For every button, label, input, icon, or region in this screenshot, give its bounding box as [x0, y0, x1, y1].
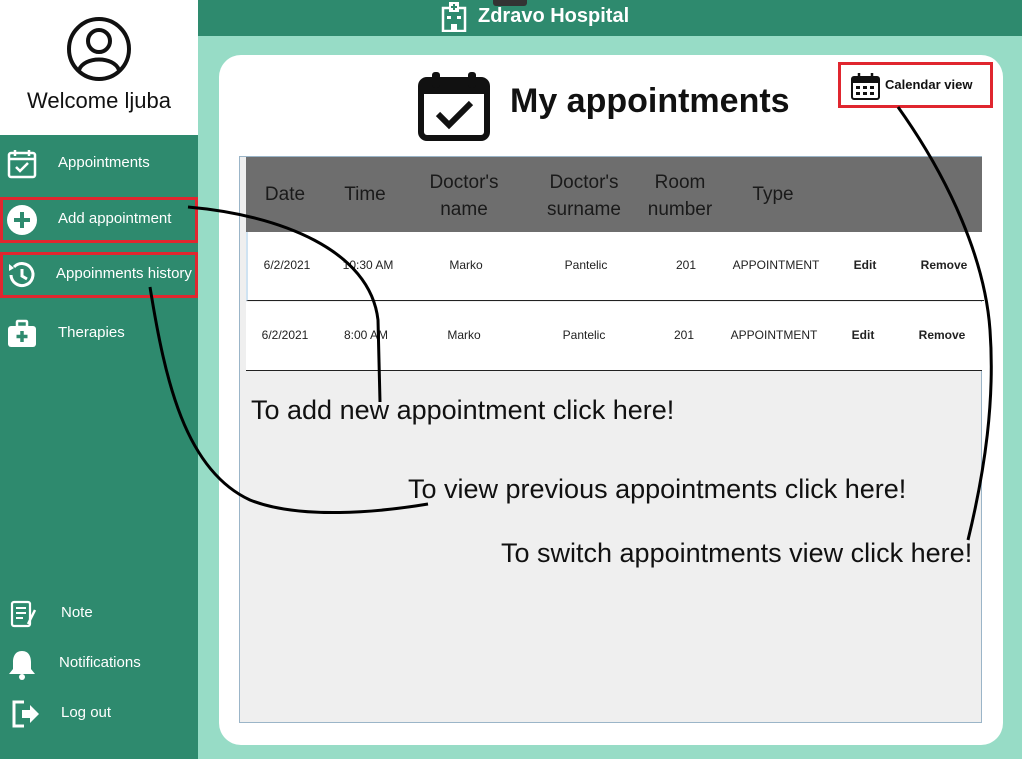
cell-doctor-name: Marko [447, 328, 481, 342]
cell-type: APPOINTMENT [730, 328, 818, 342]
page-title: My appointments [510, 82, 790, 120]
sidebar-item-label: Therapies [58, 324, 125, 341]
column-header-doctor-name: Doctor's name [429, 172, 499, 220]
bell-icon [9, 651, 35, 680]
edit-button[interactable]: Edit [846, 258, 884, 272]
cell-date: 6/2/2021 [261, 328, 309, 342]
calendar-check-icon [418, 72, 490, 141]
cell-doctor-surname: Pantelic [562, 328, 606, 342]
column-header-room-number: Room number [647, 172, 713, 220]
column-header-time: Time [344, 184, 386, 205]
sidebar-item-label: Note [61, 604, 93, 621]
sidebar-item-label: Notifications [59, 654, 141, 671]
sidebar-item-notifications[interactable]: Notifications [0, 638, 198, 690]
sidebar-item-label: Add appointment [58, 210, 172, 227]
medical-kit-icon [8, 319, 36, 347]
welcome-text: Welcome ljuba [27, 88, 171, 113]
calendar-view-label: Calendar view [885, 77, 973, 92]
column-header-type: Type [752, 184, 794, 205]
sidebar-item-label: Appointments [58, 154, 150, 171]
calendar-icon [851, 73, 880, 100]
user-circle-icon [67, 17, 131, 81]
hint-add-appointment: To add new appointment click here! [251, 395, 675, 425]
sidebar-item-log-out[interactable]: Log out [0, 688, 198, 740]
cell-type: APPOINTMENT [732, 258, 820, 272]
hint-appointments-history: To view previous appointments click here… [408, 474, 907, 504]
cell-room: 201 [673, 328, 695, 342]
table-row[interactable]: 6/2/2021 10:30 AM Marko Pantelic 201 APP… [246, 232, 984, 301]
history-icon [9, 262, 35, 288]
sidebar-item-note[interactable]: Note [0, 588, 198, 640]
column-header-doctor-surname: Doctor's surname [547, 172, 621, 220]
app-title: Zdravo Hospital [478, 5, 630, 27]
column-header-date: Date [264, 184, 306, 205]
remove-button[interactable]: Remove [914, 328, 970, 342]
hospital-icon [441, 2, 467, 32]
calendar-check-icon [7, 150, 37, 179]
note-icon [10, 600, 37, 628]
table-header: Date Time Doctor's name Doctor's surname R… [246, 157, 982, 232]
sidebar-item-therapies[interactable]: Therapies [0, 308, 198, 360]
logout-icon [12, 700, 39, 728]
sidebar-item-label: Appoinments history [56, 265, 192, 282]
sidebar-item-add-appointment[interactable]: Add appointment [0, 197, 198, 243]
cell-doctor-name: Marko [449, 258, 483, 272]
cell-date: 6/2/2021 [263, 258, 311, 272]
sidebar-item-appointments[interactable]: Appointments [0, 138, 198, 190]
calendar-view-button[interactable]: Calendar view [838, 62, 993, 108]
plus-circle-icon [7, 205, 37, 235]
sidebar-item-label: Log out [61, 704, 112, 721]
cell-time: 10:30 AM [342, 258, 394, 272]
table-row[interactable]: 6/2/2021 8:00 AM Marko Pantelic 201 APPO… [246, 302, 982, 371]
edit-button[interactable]: Edit [844, 328, 882, 342]
remove-button[interactable]: Remove [916, 258, 972, 272]
profile-panel: Welcome ljuba [0, 0, 198, 135]
cell-room: 201 [675, 258, 697, 272]
cell-time: 8:00 AM [343, 328, 389, 342]
sidebar: Welcome ljuba Appointments Add appointme… [0, 0, 198, 759]
sidebar-item-appointments-history[interactable]: Appoinments history [0, 252, 198, 298]
hint-switch-view: To switch appointments view click here! [501, 538, 973, 568]
cell-doctor-surname: Pantelic [564, 258, 608, 272]
header-bar: Zdravo Hospital [198, 0, 1022, 36]
